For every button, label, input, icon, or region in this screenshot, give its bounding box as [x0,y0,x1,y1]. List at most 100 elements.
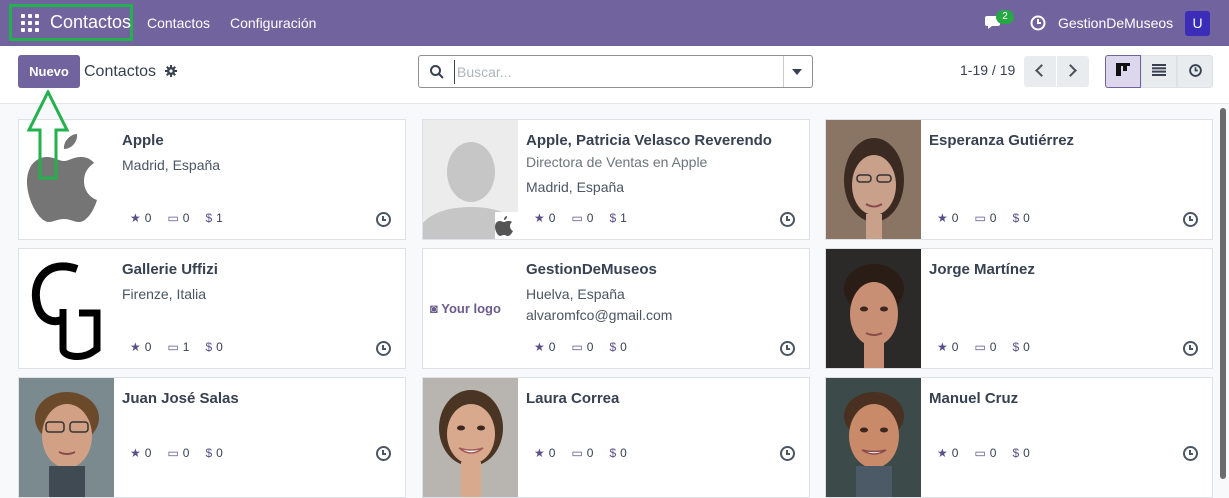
new-button[interactable]: Nuevo [18,55,80,88]
stat-value: 0 [144,446,152,460]
view-kanban-button[interactable] [1105,55,1141,88]
star-icon: ★ [534,340,545,354]
menu-contactos[interactable]: Contactos [147,15,210,31]
star-icon: ★ [534,211,545,225]
clock-icon[interactable] [1030,15,1046,31]
stat-value: 0 [182,211,190,225]
chevron-left-icon [1035,64,1048,77]
contact-card[interactable]: Gallerie Uffizi Firenze, Italia ★ 0 ▭ 1 $0 [18,248,406,369]
contact-card[interactable]: Juan José Salas ★ 0 ▭ 0 $0 [18,377,406,498]
contact-card[interactable]: Jorge Martínez ★ 0 ▭ 0 $0 [825,248,1213,369]
pager-value[interactable]: 1-19 / 19 [960,62,1015,78]
stat-value: 0 [951,340,959,354]
star-icon: ★ [130,211,141,225]
apps-grid-icon[interactable] [21,13,39,32]
camera-icon: ◙ [430,301,442,316]
contact-card[interactable]: Apple, Patricia Velasco Reverendo Direct… [422,119,810,240]
vertical-scrollbar[interactable] [1220,108,1226,479]
user-avatar[interactable]: U [1185,11,1210,36]
stat-value: 0 [548,340,556,354]
stat-value: 0 [989,446,997,460]
stat-value: 0 [620,340,627,354]
contact-address: Huelva, España [526,286,625,302]
contact-image [826,120,921,239]
contact-address: Madrid, España [526,179,625,195]
stat-value: 0 [989,211,997,225]
stat-value: 0 [951,211,959,225]
dollar-icon: $ [609,340,617,354]
stat-value: 0 [548,211,556,225]
contact-image [423,378,518,497]
company-name[interactable]: GestionDeMuseos [1058,15,1173,31]
stat-value: 1 [216,211,223,225]
contact-card[interactable]: Esperanza Gutiérrez ★ 0 ▭ 0 $0 [825,119,1213,240]
stat-value: 0 [620,446,627,460]
dollar-icon: $ [1012,340,1020,354]
star-icon: ★ [937,446,948,460]
contact-stats: ★ 0 ▭ 1 $0 [130,340,239,354]
person-photo-icon [826,378,921,497]
stat-value: 0 [989,340,997,354]
contact-image: ◙ Your logo [423,249,518,368]
logo-text: Your logo [441,301,501,316]
contact-card[interactable]: Apple Madrid, España ★ 0 ▭ 0 $1 [18,119,406,240]
person-photo-icon [826,120,921,239]
menu-configuracion[interactable]: Configuración [230,15,316,31]
activity-clock-icon[interactable] [1183,341,1198,356]
contact-stats: ★ 0 ▭ 0 $1 [534,211,643,225]
view-list-button[interactable] [1141,55,1177,88]
clock-icon [1188,63,1202,77]
contact-stats: ★ 0 ▭ 0 $0 [534,340,643,354]
activity-clock-icon[interactable] [780,446,795,461]
card-icon: ▭ [974,211,986,225]
pager-next-button[interactable] [1057,56,1089,87]
stat-value: 0 [182,446,190,460]
app-title[interactable]: Contactos [50,12,131,33]
stat-value: 0 [144,340,152,354]
pager-previous-button[interactable] [1024,56,1056,87]
contact-name: Juan José Salas [122,390,239,407]
activity-clock-icon[interactable] [1183,446,1198,461]
chevron-right-icon [1064,64,1077,77]
activity-clock-icon[interactable] [376,446,391,461]
contact-email: alvaromfco@gmail.com [526,307,673,323]
gear-icon[interactable] [165,65,177,77]
card-icon: ▭ [974,340,986,354]
stat-value: 1 [182,340,190,354]
kanban-icon [1116,63,1130,76]
contact-card[interactable]: ◙ Your logo GestionDeMuseos Huelva, Espa… [422,248,810,369]
app-menu-highlight[interactable]: Contactos [9,4,133,41]
search-input[interactable] [454,60,774,84]
star-icon: ★ [130,446,141,460]
contact-address: Firenze, Italia [122,286,207,302]
activity-clock-icon[interactable] [376,341,391,356]
person-photo-icon [826,249,921,368]
contact-name: Jorge Martínez [929,261,1035,278]
avatar-placeholder-icon [423,120,518,239]
stat-value: 0 [216,340,223,354]
activity-clock-icon[interactable] [376,212,391,227]
activity-clock-icon[interactable] [1183,212,1198,227]
contact-stats: ★ 0 ▭ 0 $0 [937,211,1046,225]
contact-name: Apple, Patricia Velasco Reverendo [526,132,772,149]
search-options-chevron-icon[interactable] [792,69,802,75]
dollar-icon: $ [1012,211,1020,225]
contact-stats: ★ 0 ▭ 0 $0 [937,340,1046,354]
contact-card[interactable]: Laura Correa ★ 0 ▭ 0 $0 [422,377,810,498]
card-icon: ▭ [167,340,179,354]
stat-value: 0 [1023,340,1030,354]
activity-clock-icon[interactable] [780,341,795,356]
contact-card[interactable]: Manuel Cruz ★ 0 ▭ 0 $0 [825,377,1213,498]
view-activity-button[interactable] [1177,55,1213,88]
stat-value: 0 [216,446,223,460]
activity-clock-icon[interactable] [780,212,795,227]
card-icon: ▭ [571,340,583,354]
contact-job-title: Directora de Ventas en Apple [526,154,708,170]
dollar-icon: $ [205,340,213,354]
stat-value: 0 [586,211,594,225]
star-icon: ★ [534,446,545,460]
contact-name: Manuel Cruz [929,390,1019,407]
breadcrumb: Contactos [84,63,157,80]
stat-value: 1 [620,211,627,225]
contact-name: GestionDeMuseos [526,261,657,278]
